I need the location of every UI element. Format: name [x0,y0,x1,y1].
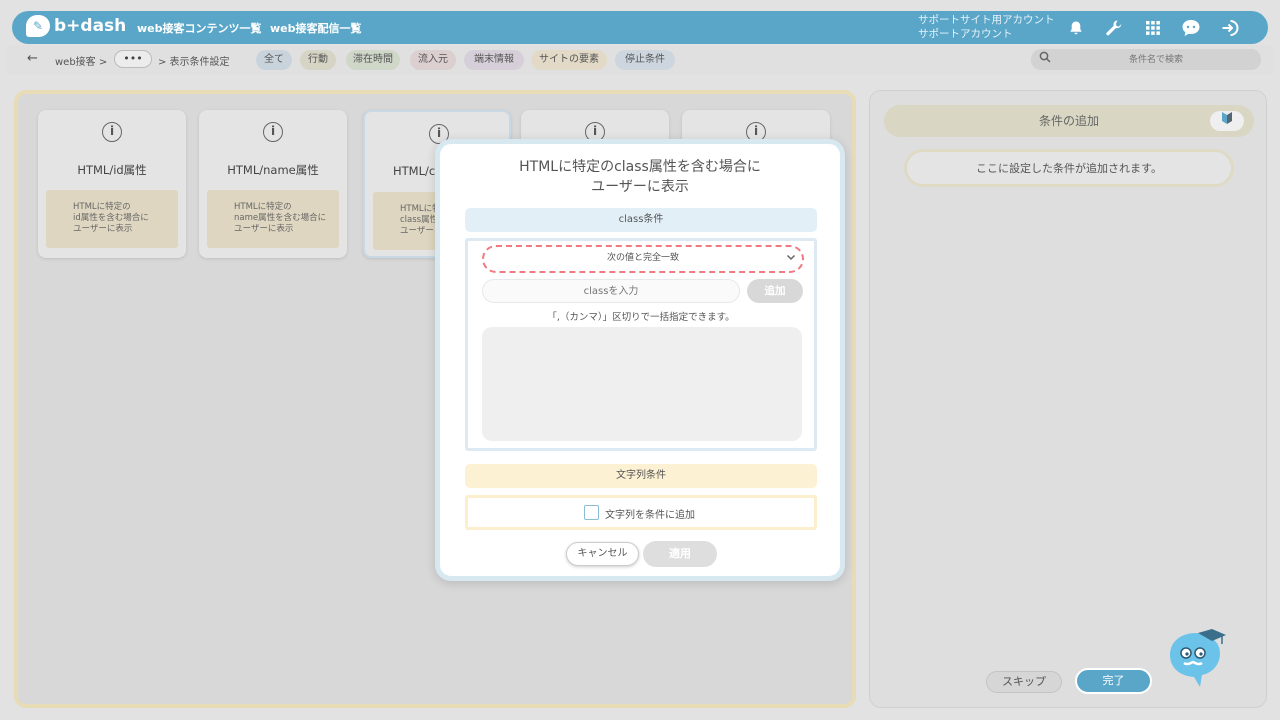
add-string-checkbox[interactable] [584,505,599,520]
info-icon[interactable]: i [102,122,122,142]
logo[interactable]: ✎ b+dash [26,15,126,37]
account-user-name: サポートアカウント [918,28,1013,40]
class-section-header: class条件 [465,208,817,232]
filter-tab-referrer[interactable]: 流入元 [410,50,456,70]
logo-text: b+dash [54,16,127,36]
nav-content-list[interactable]: web接客コンテンツ一覧 [137,20,262,36]
account-info[interactable]: サポートサイト用アカウント サポートアカウント [918,13,1055,41]
filter-tab-stop-condition[interactable]: 停止条件 [615,50,675,70]
info-icon[interactable]: i [263,122,283,142]
apply-button[interactable]: 適用 [643,541,717,567]
card-description: HTMLに特定の name属性を含む場合に ユーザーに表示 [207,190,339,248]
card-desc-line: HTMLに特定の [234,202,292,212]
filter-tab-all[interactable]: 全て [256,50,292,70]
search-icon [1039,51,1051,66]
card-desc-line: id属性を含む場合に [73,213,149,223]
top-header: ✎ b+dash web接客コンテンツ一覧 web接客配信一覧 サポートサイト用… [12,11,1268,44]
condition-card-html-name[interactable]: i HTML/name属性 HTMLに特定の name属性を含む場合に ユーザー… [199,110,347,258]
done-button[interactable]: 完了 [1075,668,1152,694]
search-input[interactable] [1061,52,1251,67]
bell-icon[interactable] [1065,17,1087,39]
added-conditions-panel: 条件の追加 ここに設定した条件が追加されます。 スキップ 完了 [869,90,1267,708]
add-class-button[interactable]: 追加 [747,279,803,303]
class-condition-box: 次の値と完全一致 追加 「,（カンマ）」区切りで一括指定できます。 [465,238,817,451]
skip-button[interactable]: スキップ [986,671,1062,693]
search-box [1031,49,1261,70]
account-site-name: サポートサイト用アカウント [918,14,1055,26]
card-description: HTMLに特定の id属性を含む場合に ユーザーに表示 [46,190,178,248]
back-arrow-icon[interactable]: ← [27,51,38,66]
beginner-mark-icon[interactable] [1210,111,1244,131]
match-type-select[interactable]: 次の値と完全一致 [482,245,804,273]
add-condition-title: 条件の追加 [1038,114,1099,128]
add-string-label[interactable]: 文字列を条件に追加 [605,506,695,521]
filter-tab-stay-time[interactable]: 滞在時間 [346,50,400,70]
class-input[interactable] [482,279,740,303]
modal-title: HTMLに特定のclass属性を含む場合に ユーザーに表示 [440,157,840,197]
chevron-down-icon [786,247,796,270]
card-title: HTML/name属性 [227,163,319,177]
card-desc-line: HTMLに特定の [73,202,131,212]
condition-card-html-id[interactable]: i HTML/id属性 HTMLに特定の id属性を含む場合に ユーザーに表示 [38,110,186,258]
breadcrumb-more-button[interactable]: ••• [114,50,152,68]
add-condition-header: 条件の追加 [884,105,1254,137]
match-type-value: 次の値と完全一致 [606,253,679,263]
wrench-icon[interactable] [1103,17,1125,39]
cancel-button[interactable]: キャンセル [566,542,639,566]
modal-title-line2: ユーザーに表示 [591,179,689,195]
card-desc-line: name属性を含む場合に [234,213,327,223]
breadcrumb-current: > 表示条件設定 [158,57,230,68]
logo-mark-icon: ✎ [26,15,50,37]
chat-icon[interactable] [1180,17,1202,39]
sub-toolbar: ← web接客 > ••• > 表示条件設定 全て 行動 滞在時間 流入元 端末… [7,45,1273,75]
nav-delivery-list[interactable]: web接客配信一覧 [270,20,362,36]
filter-tab-action[interactable]: 行動 [300,50,336,70]
grid-icon[interactable] [1142,17,1164,39]
class-condition-modal: HTMLに特定のclass属性を含む場合に ユーザーに表示 class条件 次の… [435,139,845,581]
string-section-header: 文字列条件 [465,464,817,488]
string-condition-box: 文字列を条件に追加 [465,495,817,530]
comma-hint-text: 「,（カンマ）」区切りで一括指定できます。 [547,312,735,323]
card-title: HTML/id属性 [77,163,147,177]
filter-tab-device[interactable]: 端末情報 [464,50,524,70]
mascot-icon[interactable] [1160,625,1230,695]
breadcrumb-web-service[interactable]: web接客 > [55,53,107,68]
filter-tab-site-element[interactable]: サイトの要素 [531,50,607,70]
card-desc-line: ユーザーに表示 [234,224,294,234]
card-desc-line: ユーザーに表示 [73,224,133,234]
class-value-list[interactable] [482,327,802,441]
logout-icon[interactable] [1219,17,1241,39]
modal-title-line1: HTMLに特定のclass属性を含む場合に [519,159,761,175]
added-conditions-placeholder: ここに設定した条件が追加されます。 [904,149,1234,187]
